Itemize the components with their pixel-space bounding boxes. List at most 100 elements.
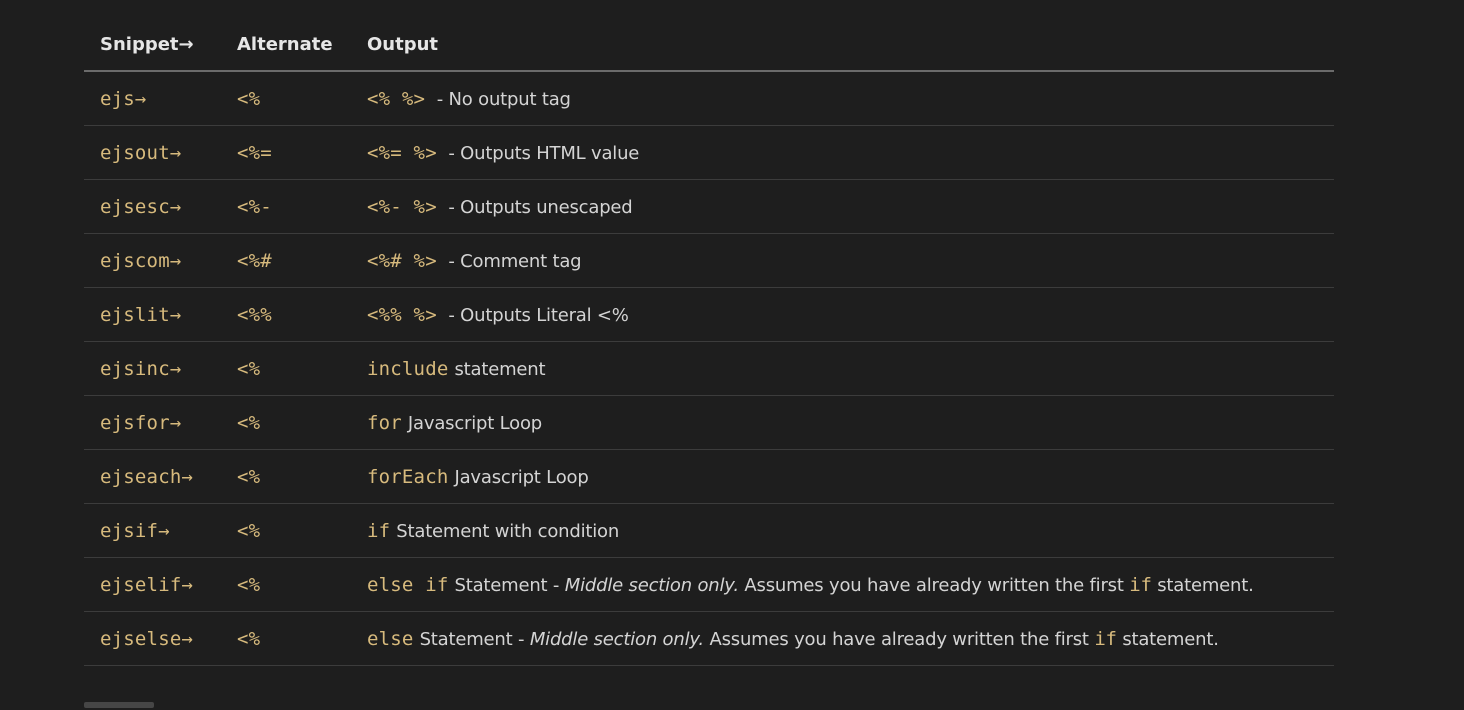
cell-snippet: ejselse→ — [84, 611, 221, 666]
table-row: ejscom→ <%# <%# %> - Comment tag — [84, 233, 1334, 288]
header-alternate: Alternate — [221, 18, 351, 72]
table-header-row: Snippet→ Alternate Output — [84, 18, 1334, 72]
alternate-prefix: <% — [237, 411, 261, 434]
output-after: Assumes you have already written the fir… — [738, 574, 1130, 596]
cell-snippet: ejslit→ — [84, 287, 221, 342]
cell-snippet: ejsout→ — [84, 125, 221, 180]
cell-alternate: <% — [221, 611, 351, 666]
output-emphasis: Middle section only. — [564, 574, 739, 596]
output-text: Statement - — [454, 574, 565, 596]
output-text: Statement with condition — [396, 520, 620, 542]
cell-output: <%# %> - Comment tag — [351, 233, 1334, 288]
cell-alternate: <%% — [221, 287, 351, 342]
output-text: statement — [454, 358, 546, 380]
output-text: - Outputs Literal <% — [442, 304, 629, 326]
cell-output: forEach Javascript Loop — [351, 449, 1334, 504]
output-code: for — [367, 411, 402, 434]
cell-output: include statement — [351, 341, 1334, 396]
alternate-prefix: <%% — [237, 303, 272, 326]
cell-output: else if Statement - Middle section only. … — [351, 557, 1334, 612]
snippet-prefix: ejs→ — [100, 87, 147, 110]
cell-output: <% %> - No output tag — [351, 71, 1334, 126]
snippet-prefix: ejsinc→ — [100, 357, 182, 380]
cell-output: for Javascript Loop — [351, 395, 1334, 450]
alternate-prefix: <%# — [237, 249, 272, 272]
table-row: ejselif→ <% else if Statement - Middle se… — [84, 557, 1334, 612]
cell-snippet: ejsesc→ — [84, 179, 221, 234]
snippet-prefix: ejselse→ — [100, 627, 194, 650]
output-code: <% %> — [367, 87, 426, 110]
cell-output: if Statement with condition — [351, 503, 1334, 558]
output-text: Javascript Loop — [454, 466, 589, 488]
snippet-prefix: ejsfor→ — [100, 411, 182, 434]
table-row: ejsesc→ <%- <%- %> - Outputs unescaped — [84, 179, 1334, 234]
output-emphasis: Middle section only. — [529, 628, 704, 650]
alternate-prefix: <% — [237, 627, 261, 650]
cell-snippet: ejs→ — [84, 71, 221, 126]
output-code: else if — [367, 573, 449, 596]
snippet-table: Snippet→ Alternate Output ejs→ <% <% %> … — [84, 18, 1334, 666]
cell-alternate: <% — [221, 503, 351, 558]
output-text: Javascript Loop — [407, 412, 542, 434]
alternate-prefix: <%= — [237, 141, 272, 164]
output-text: - Outputs unescaped — [442, 196, 633, 218]
cell-snippet: ejseach→ — [84, 449, 221, 504]
output-tail: statement. — [1151, 574, 1254, 596]
output-code: <%= %> — [367, 141, 437, 164]
output-text: - Outputs HTML value — [442, 142, 640, 164]
cell-snippet: ejsinc→ — [84, 341, 221, 396]
cell-snippet: ejscom→ — [84, 233, 221, 288]
cell-snippet: ejselif→ — [84, 557, 221, 612]
output-text: Statement - — [419, 628, 530, 650]
table-row: ejsout→ <%= <%= %> - Outputs HTML value — [84, 125, 1334, 180]
output-code: <%# %> — [367, 249, 437, 272]
cell-alternate: <% — [221, 557, 351, 612]
alternate-prefix: <%- — [237, 195, 272, 218]
snippet-doc: Snippet→ Alternate Output ejs→ <% <% %> … — [84, 18, 1334, 666]
cell-alternate: <%- — [221, 179, 351, 234]
cell-snippet: ejsif→ — [84, 503, 221, 558]
snippet-prefix: ejsif→ — [100, 519, 170, 542]
output-code: <%% %> — [367, 303, 437, 326]
output-code: <%- %> — [367, 195, 437, 218]
table-row: ejsif→ <% if Statement with condition — [84, 503, 1334, 558]
cell-output: <%= %> - Outputs HTML value — [351, 125, 1334, 180]
snippet-prefix: ejsesc→ — [100, 195, 182, 218]
output-after: Assumes you have already written the fir… — [703, 628, 1095, 650]
cell-alternate: <%# — [221, 233, 351, 288]
alternate-prefix: <% — [237, 465, 261, 488]
output-inline-code: if — [1129, 573, 1152, 596]
output-inline-code: if — [1094, 627, 1117, 650]
next-heading-cutoff — [84, 698, 164, 710]
cell-alternate: <% — [221, 449, 351, 504]
output-tail: statement. — [1116, 628, 1219, 650]
output-code: forEach — [367, 465, 449, 488]
snippet-prefix: ejscom→ — [100, 249, 182, 272]
table-row: ejslit→ <%% <%% %> - Outputs Literal <% — [84, 287, 1334, 342]
table-row: ejselse→ <% else Statement - Middle secti… — [84, 611, 1334, 666]
alternate-prefix: <% — [237, 519, 261, 542]
cell-output: else Statement - Middle section only. Ass… — [351, 611, 1334, 666]
snippet-prefix: ejselif→ — [100, 573, 194, 596]
snippet-prefix: ejslit→ — [100, 303, 182, 326]
output-code: include — [367, 357, 449, 380]
header-output: Output — [351, 18, 1334, 72]
snippet-prefix: ejsout→ — [100, 141, 182, 164]
cell-output: <%- %> - Outputs unescaped — [351, 179, 1334, 234]
alternate-prefix: <% — [237, 357, 261, 380]
cell-alternate: <% — [221, 395, 351, 450]
table-row: ejsinc→ <% include statement — [84, 341, 1334, 396]
output-text: - No output tag — [431, 88, 571, 110]
cell-alternate: <% — [221, 341, 351, 396]
alternate-prefix: <% — [237, 573, 261, 596]
header-snippet: Snippet→ — [84, 18, 221, 72]
output-code: if — [367, 519, 391, 542]
output-text: - Comment tag — [442, 250, 582, 272]
output-code: else — [367, 627, 414, 650]
table-row: ejsfor→ <% for Javascript Loop — [84, 395, 1334, 450]
cell-alternate: <% — [221, 71, 351, 126]
table-row: ejseach→ <% forEach Javascript Loop — [84, 449, 1334, 504]
cutoff-ink — [84, 702, 154, 708]
alternate-prefix: <% — [237, 87, 261, 110]
cell-output: <%% %> - Outputs Literal <% — [351, 287, 1334, 342]
